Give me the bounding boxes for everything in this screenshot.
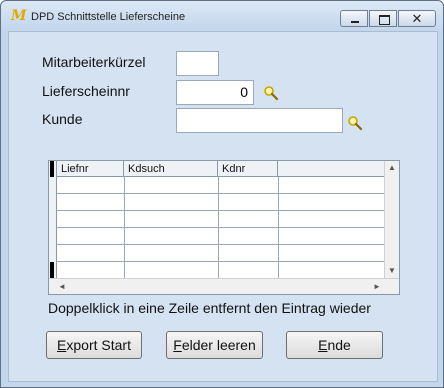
ende-button[interactable]: Ende [286, 331, 383, 359]
maximize-button[interactable] [369, 10, 397, 27]
client-area: Mitarbeiterkürzel Lieferscheinnr 0 Kunde… [8, 31, 438, 382]
scroll-left-icon[interactable]: ◄ [58, 282, 66, 291]
column-header-liefnr[interactable]: Liefnr [57, 161, 124, 177]
lieferschein-input[interactable]: 0 [176, 80, 254, 105]
row-marker-current [50, 262, 54, 278]
kunde-input[interactable] [176, 108, 343, 133]
export-start-button[interactable]: Export Start [46, 331, 142, 359]
app-window: M DPD Schnittstelle Lieferscheine ✕ Mita… [0, 0, 444, 388]
kunde-label: Kunde [42, 111, 83, 127]
scroll-right-icon[interactable]: ► [373, 282, 381, 291]
mitarbeiter-input[interactable] [176, 51, 219, 76]
column-header-kdnr[interactable]: Kdnr [218, 161, 278, 177]
maximize-icon [370, 11, 396, 26]
lieferschein-search-icon[interactable] [263, 85, 279, 101]
lieferschein-label: Lieferscheinnr [42, 83, 130, 99]
row-marker-header [50, 161, 54, 177]
minimize-button[interactable] [340, 10, 368, 27]
scroll-down-icon[interactable]: ▼ [388, 266, 396, 275]
felder-leeren-label: elder leeren [181, 337, 256, 353]
scroll-up-icon[interactable]: ▲ [388, 163, 396, 172]
grid-header: Liefnr Kdsuch Kdnr [49, 161, 399, 177]
table-row[interactable] [57, 228, 399, 245]
grid-column-divider [278, 177, 279, 278]
felder-leeren-button[interactable]: Felder leeren [166, 331, 263, 359]
grid-column-divider [218, 177, 219, 278]
window-title: DPD Schnittstelle Lieferscheine [31, 11, 186, 23]
table-row[interactable] [57, 177, 399, 194]
export-start-label: xport Start [66, 337, 131, 353]
grid-column-divider [124, 177, 125, 278]
grid-vertical-scrollbar[interactable]: ▲ ▼ [384, 161, 399, 278]
kunde-search-icon[interactable] [347, 115, 363, 131]
column-header-kdsuch[interactable]: Kdsuch [124, 161, 218, 177]
minimize-icon [341, 11, 367, 26]
lieferschein-grid[interactable]: Liefnr Kdsuch Kdnr ▲ ▼ ◄ ► [48, 160, 400, 295]
close-button[interactable]: ✕ [398, 10, 436, 27]
mitarbeiter-label: Mitarbeiterkürzel [42, 54, 146, 70]
column-header-extra[interactable] [278, 161, 384, 177]
ende-label: nde [327, 337, 351, 353]
grid-body[interactable] [57, 177, 399, 278]
table-row[interactable] [57, 245, 399, 262]
title-bar[interactable]: M DPD Schnittstelle Lieferscheine ✕ [1, 1, 443, 31]
app-logo-icon: M [11, 8, 27, 24]
table-row[interactable] [57, 211, 399, 228]
grid-horizontal-scrollbar[interactable]: ◄ ► [49, 278, 399, 294]
felder-leeren-accel: F [173, 337, 182, 353]
table-row[interactable] [57, 262, 399, 279]
close-icon: ✕ [411, 11, 423, 26]
row-selector-column[interactable] [49, 161, 57, 278]
table-row[interactable] [57, 194, 399, 211]
hint-text: Doppelklick in eine Zeile entfernt den E… [48, 300, 371, 316]
export-start-accel: E [57, 337, 67, 353]
